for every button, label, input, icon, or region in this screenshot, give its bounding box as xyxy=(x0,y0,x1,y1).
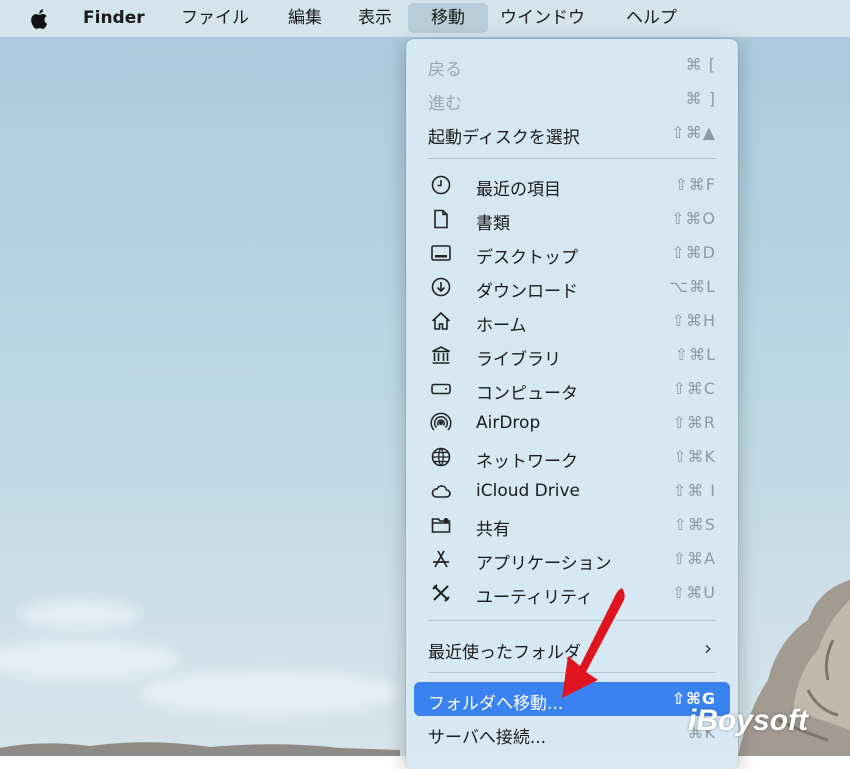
menu-go[interactable]: 移動 xyxy=(408,3,488,33)
menu-view[interactable]: 表示 xyxy=(358,0,392,37)
menu-item-home[interactable]: ホーム ⇧⌘H xyxy=(414,304,730,338)
shortcut: ⇧⌘O xyxy=(671,209,716,228)
menu-item-computer[interactable]: コンピュータ ⇧⌘C xyxy=(414,372,730,406)
shortcut: ⌘ [ xyxy=(685,55,716,74)
shared-folder-icon xyxy=(431,518,451,533)
menu-item-label: 共有 xyxy=(476,520,510,540)
menu-item-connect-to-server[interactable]: サーバへ接続... ⌘K xyxy=(414,716,730,750)
menu-item-icloud-drive[interactable]: iCloud Drive ⇧⌘ I xyxy=(414,474,730,508)
menu-help[interactable]: ヘルプ xyxy=(626,0,677,37)
chevron-right-icon: › xyxy=(704,636,712,660)
utilities-icon xyxy=(432,584,450,602)
menu-item-label: コンピュータ xyxy=(476,384,578,404)
cloud xyxy=(0,640,180,680)
app-name-finder[interactable]: Finder xyxy=(83,0,145,37)
apple-logo-icon[interactable] xyxy=(29,7,51,31)
menu-item-label: ダウンロード xyxy=(476,282,578,302)
download-icon xyxy=(431,277,451,297)
menu-item-back[interactable]: 戻る ⌘ [ xyxy=(414,48,730,82)
rocks-bottom xyxy=(0,742,400,756)
menu-item-shared[interactable]: 共有 ⇧⌘S xyxy=(414,508,730,542)
menu-item-label: サーバへ接続... xyxy=(428,728,547,748)
red-arrow-annotation xyxy=(562,588,625,698)
menu-item-label: アプリケーション xyxy=(476,554,612,574)
menu-item-startup-disk[interactable]: 起動ディスクを選択 ⇧⌘▲ xyxy=(414,116,730,150)
menu-item-label: 書類 xyxy=(476,214,510,234)
menu-bar: Finder ファイル 編集 表示 移動 ウインドウ ヘルプ xyxy=(0,0,850,37)
watermark-logo: iBoysoft xyxy=(688,704,808,737)
applications-icon xyxy=(433,550,449,568)
library-icon xyxy=(432,346,450,364)
clock-icon xyxy=(431,175,451,195)
menu-item-label: デスクトップ xyxy=(476,248,578,268)
menu-item-network[interactable]: ネットワーク ⇧⌘K xyxy=(414,440,730,474)
menu-item-documents[interactable]: 書類 ⇧⌘O xyxy=(414,202,730,236)
shortcut: ⇧⌘ I xyxy=(672,481,716,500)
shortcut: ⌘ ] xyxy=(685,89,716,108)
menu-item-label: ホーム xyxy=(476,316,527,336)
menu-item-applications[interactable]: アプリケーション ⇧⌘A xyxy=(414,542,730,576)
shortcut: ⇧⌘A xyxy=(672,549,716,568)
menu-item-label: 戻る xyxy=(428,60,462,80)
menu-window[interactable]: ウインドウ xyxy=(500,0,585,37)
shortcut: ⇧⌘R xyxy=(672,413,716,432)
menu-item-label: AirDrop xyxy=(476,413,541,433)
menu-separator xyxy=(428,158,716,159)
shortcut: ⇧⌘▲ xyxy=(671,123,716,142)
home-icon xyxy=(431,311,451,330)
menu-item-airdrop[interactable]: AirDrop ⇧⌘R xyxy=(414,406,730,440)
shortcut: ⇧⌘H xyxy=(671,311,716,330)
menu-file[interactable]: ファイル xyxy=(181,0,249,37)
menu-item-recents[interactable]: 最近の項目 ⇧⌘F xyxy=(414,168,730,202)
shortcut: ⇧⌘L xyxy=(674,345,716,364)
menu-item-label: 起動ディスクを選択 xyxy=(428,128,580,148)
desktop-icon xyxy=(431,245,451,261)
menu-item-label: ネットワーク xyxy=(476,452,578,472)
menu-item-library[interactable]: ライブラリ ⇧⌘L xyxy=(414,338,730,372)
shortcut: ⇧⌘S xyxy=(673,515,716,534)
menu-item-label: iCloud Drive xyxy=(476,481,581,501)
shortcut: ⇧⌘K xyxy=(673,447,716,466)
network-icon xyxy=(431,447,451,467)
cloud xyxy=(20,600,140,630)
menu-item-forward[interactable]: 進む ⌘ ] xyxy=(414,82,730,116)
menu-edit[interactable]: 編集 xyxy=(288,0,322,37)
airdrop-icon xyxy=(430,412,452,431)
shortcut: ⌥⌘L xyxy=(669,277,716,296)
menu-item-label: 最近の項目 xyxy=(476,180,561,200)
menu-item-desktop[interactable]: デスクトップ ⇧⌘D xyxy=(414,236,730,270)
cloud-icon xyxy=(431,485,451,498)
menu-item-downloads[interactable]: ダウンロード ⌥⌘L xyxy=(414,270,730,304)
menu-item-label: 進む xyxy=(428,94,462,114)
shortcut: ⇧⌘F xyxy=(674,175,716,194)
shortcut: ⇧⌘U xyxy=(671,583,716,602)
menu-item-label: ライブラリ xyxy=(476,350,561,370)
cloud xyxy=(140,670,400,715)
shortcut: ⇧⌘C xyxy=(672,379,716,398)
computer-icon xyxy=(431,383,451,395)
shortcut: ⇧⌘D xyxy=(671,243,716,262)
document-icon xyxy=(434,209,448,229)
